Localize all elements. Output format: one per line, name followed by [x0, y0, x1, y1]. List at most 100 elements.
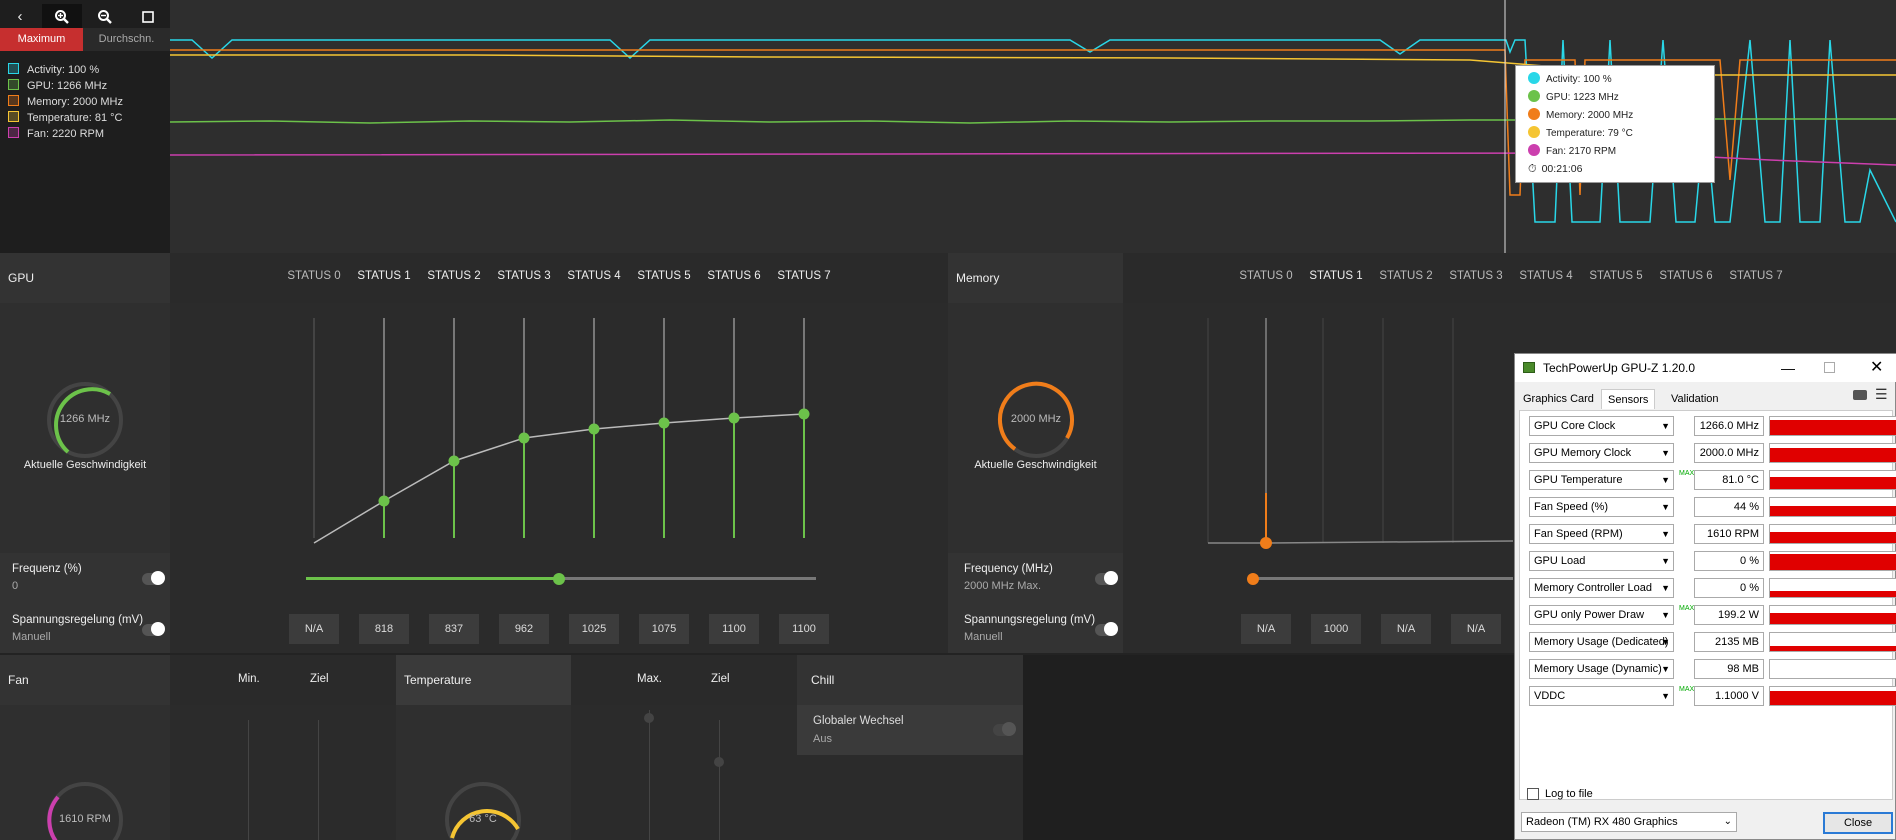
zoom-in-button[interactable]: [42, 4, 82, 30]
memory-status-6[interactable]: STATUS 6: [1656, 270, 1716, 290]
sensor-name: Memory Usage (Dynamic): [1534, 663, 1662, 675]
gpu-volt-box-2[interactable]: 837: [429, 614, 479, 644]
memory-status-2[interactable]: STATUS 2: [1376, 270, 1436, 290]
gpu-volt-box-6[interactable]: 1100: [709, 614, 759, 644]
fit-icon: [142, 11, 154, 23]
memory-volt-toggle[interactable]: [1095, 622, 1118, 636]
tooltip-row: GPU: 1223 MHz: [1528, 90, 1619, 104]
gpu-volt-box-4[interactable]: 1025: [569, 614, 619, 644]
gpu-status-2[interactable]: STATUS 2: [424, 270, 484, 290]
legend-checkbox[interactable]: [8, 111, 19, 122]
chill-global-toggle[interactable]: [993, 722, 1016, 736]
dropdown-arrow-icon: ▼: [1661, 637, 1670, 647]
sensor-name-select[interactable]: Memory Controller Load ▼: [1529, 578, 1674, 598]
sensor-name-select[interactable]: Fan Speed (%) ▼: [1529, 497, 1674, 517]
sensor-name: VDDC: [1534, 690, 1566, 702]
legend-checkbox[interactable]: [8, 63, 19, 74]
memory-status-3[interactable]: STATUS 3: [1446, 270, 1506, 290]
gpu-volt-toggle[interactable]: [142, 622, 165, 636]
gpu-freq-toggle[interactable]: [142, 571, 165, 585]
memory-freq-toggle[interactable]: [1095, 571, 1118, 585]
gpu-volt-box-1[interactable]: 818: [359, 614, 409, 644]
log-to-file-label: Log to file: [1545, 788, 1593, 800]
legend-checkbox[interactable]: [8, 127, 19, 138]
gpu-curve-point[interactable]: [448, 455, 460, 467]
menu-icon[interactable]: ☰: [1875, 386, 1888, 403]
legend-item[interactable]: Temperature: 81 °C: [8, 110, 123, 126]
memory-status-4[interactable]: STATUS 4: [1516, 270, 1576, 290]
fit-button[interactable]: [128, 4, 168, 30]
gpu-status-0[interactable]: STATUS 0: [284, 270, 344, 290]
gpu-volt-box-0[interactable]: N/A: [289, 614, 339, 644]
memory-volt-box-1[interactable]: 1000: [1311, 614, 1361, 644]
gpu-status-1[interactable]: STATUS 1: [354, 270, 414, 290]
memory-status-7[interactable]: STATUS 7: [1726, 270, 1786, 290]
gpu-curve-point[interactable]: [798, 408, 810, 420]
temperature-header: Max. Ziel: [571, 655, 797, 705]
back-button[interactable]: ‹: [0, 4, 40, 30]
gpu-freq-slider-thumb[interactable]: [553, 573, 565, 585]
sensor-value: 1.1000 V: [1694, 686, 1764, 706]
legend-item[interactable]: Fan: 2220 RPM: [8, 126, 104, 142]
camera-icon[interactable]: [1853, 390, 1867, 400]
dropdown-arrow-icon: ▼: [1661, 610, 1670, 620]
gpu-status-4[interactable]: STATUS 4: [564, 270, 624, 290]
gpu-curve-point[interactable]: [378, 495, 390, 507]
minimize-icon[interactable]: —: [1781, 354, 1795, 382]
tooltip-dot: [1528, 126, 1540, 138]
tab-average[interactable]: Durchschn.: [83, 28, 170, 51]
gpuz-tab-0[interactable]: Graphics Card: [1517, 389, 1600, 409]
maximize-icon[interactable]: [1824, 362, 1835, 373]
sensor-name-select[interactable]: GPU Memory Clock ▼: [1529, 443, 1674, 463]
sensor-name-select[interactable]: GPU Temperature ▼: [1529, 470, 1674, 490]
memory-freq-slider-thumb[interactable]: [1247, 573, 1259, 585]
fan-header: Min. Ziel: [170, 655, 396, 705]
memory-status-1[interactable]: STATUS 1: [1306, 270, 1366, 290]
temperature-max-handle[interactable]: [644, 713, 654, 723]
tooltip-time: 00:21:06: [1541, 163, 1583, 175]
gpu-volt-box-5[interactable]: 1075: [639, 614, 689, 644]
gpu-status-6[interactable]: STATUS 6: [704, 270, 764, 290]
sensor-name-select[interactable]: Memory Usage (Dedicated) ▼: [1529, 632, 1674, 652]
memory-volt-box-0[interactable]: N/A: [1241, 614, 1291, 644]
gpuz-tab-2[interactable]: Validation: [1665, 389, 1725, 409]
memory-volt-box-3[interactable]: N/A: [1451, 614, 1501, 644]
legend-item[interactable]: Memory: 2000 MHz: [8, 94, 123, 110]
device-select[interactable]: Radeon (TM) RX 480 Graphics ⌄: [1521, 812, 1737, 832]
close-icon[interactable]: ✕: [1870, 354, 1883, 382]
sensor-value: 0 %: [1694, 578, 1764, 598]
gpu-curve-point[interactable]: [518, 432, 530, 444]
memory-status-0[interactable]: STATUS 0: [1236, 270, 1296, 290]
tab-maximum[interactable]: Maximum: [0, 28, 83, 51]
gpu-volt-box-3[interactable]: 962: [499, 614, 549, 644]
sensor-name-select[interactable]: GPU Load ▼: [1529, 551, 1674, 571]
memory-status-5[interactable]: STATUS 5: [1586, 270, 1646, 290]
sensor-name-select[interactable]: GPU Core Clock ▼: [1529, 416, 1674, 436]
legend-checkbox[interactable]: [8, 95, 19, 106]
gpu-curve-point[interactable]: [728, 412, 740, 424]
close-button[interactable]: Close: [1823, 812, 1893, 834]
log-to-file-checkbox[interactable]: [1527, 788, 1539, 800]
sensor-value: 2000.0 MHz: [1694, 443, 1764, 463]
sensor-name-select[interactable]: GPU only Power Draw ▼: [1529, 605, 1674, 625]
legend-checkbox[interactable]: [8, 79, 19, 90]
gpuz-tab-1[interactable]: Sensors: [1601, 389, 1656, 409]
memory-volt-box-2[interactable]: N/A: [1381, 614, 1431, 644]
gpu-volt-mode: Manuell: [12, 631, 51, 643]
gpu-status-7[interactable]: STATUS 7: [774, 270, 834, 290]
temperature-target-handle[interactable]: [714, 757, 724, 767]
sensor-name-select[interactable]: Fan Speed (RPM) ▼: [1529, 524, 1674, 544]
dropdown-arrow-icon: ▼: [1661, 664, 1670, 674]
gpu-status-3[interactable]: STATUS 3: [494, 270, 554, 290]
zoom-out-button[interactable]: [85, 4, 125, 30]
gpu-curve-point[interactable]: [658, 417, 670, 429]
sensor-name-select[interactable]: VDDC ▼: [1529, 686, 1674, 706]
legend-item[interactable]: GPU: 1266 MHz: [8, 78, 107, 94]
gpu-volt-box-7[interactable]: 1100: [779, 614, 829, 644]
sensor-value: 98 MB: [1694, 659, 1764, 679]
gpu-curve-point[interactable]: [588, 423, 600, 435]
legend-item[interactable]: Activity: 100 %: [8, 62, 99, 78]
gpu-status-5[interactable]: STATUS 5: [634, 270, 694, 290]
memory-freq-slider-track[interactable]: [1253, 577, 1513, 580]
sensor-name-select[interactable]: Memory Usage (Dynamic) ▼: [1529, 659, 1674, 679]
